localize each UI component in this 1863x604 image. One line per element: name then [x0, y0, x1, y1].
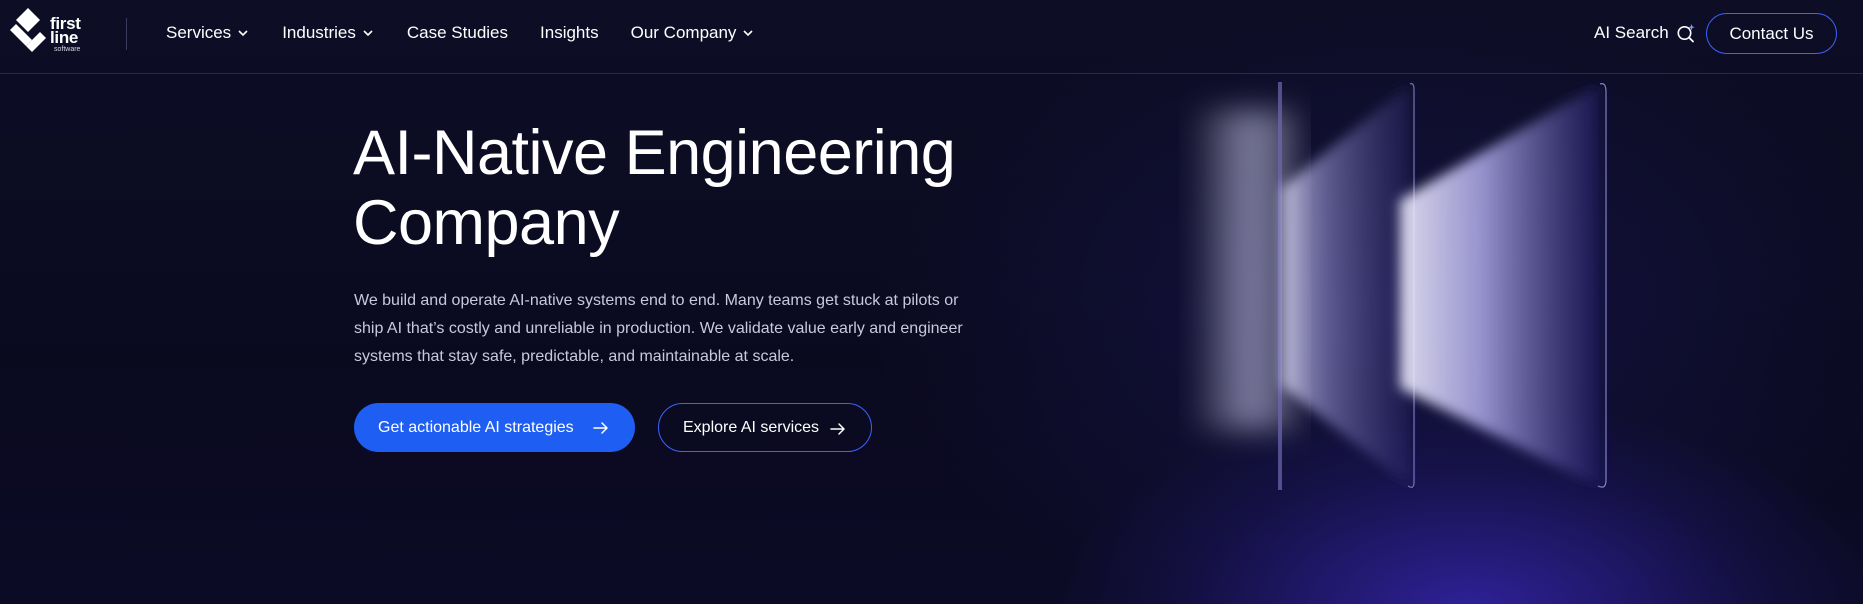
chevron-down-icon	[363, 30, 373, 37]
hero-description-line2: ship AI that’s costly and unreliable in …	[354, 320, 963, 337]
nav-item-label: Insights	[540, 23, 599, 42]
hero-title-line1: AI-Native Engineering	[353, 118, 956, 188]
explore-ai-services-button[interactable]: Explore AI services	[658, 403, 872, 452]
hero-title-line2: Company	[353, 188, 620, 258]
top-navigation: first line software Services Industries …	[0, 0, 1863, 74]
contact-us-button[interactable]: Contact Us	[1706, 13, 1837, 54]
logo-text-software: software	[54, 46, 81, 53]
arrow-right-icon	[830, 423, 845, 435]
nav-item-label: Our Company	[630, 23, 737, 42]
ai-search-button[interactable]: AI Search	[1594, 20, 1696, 46]
nav-item-case-studies[interactable]: Case Studies	[407, 20, 508, 46]
nav-item-label: Services	[166, 23, 232, 42]
nav-item-our-company[interactable]: Our Company	[631, 20, 755, 46]
hero-description-line1: We build and operate AI-native systems e…	[354, 292, 959, 309]
primary-cta-label: Get actionable AI strategies	[378, 418, 574, 436]
hero-title: AI-Native Engineering Company	[353, 118, 1053, 258]
nav-item-industries[interactable]: Industries	[282, 20, 374, 46]
main-menu: Services Industries Case Studies Insight…	[166, 20, 754, 46]
glass-panels-illustration	[1190, 82, 1607, 490]
hero-description: We build and operate AI-native systems e…	[354, 287, 994, 371]
nav-item-insights[interactable]: Insights	[540, 20, 599, 46]
sparkle-search-icon	[1677, 24, 1695, 43]
secondary-cta-label: Explore AI services	[683, 418, 820, 436]
get-ai-strategies-button[interactable]: Get actionable AI strategies	[354, 403, 635, 452]
page: first line software Services Industries …	[0, 0, 1863, 604]
arrow-right-icon	[593, 422, 608, 434]
company-logo[interactable]: first line software	[10, 6, 90, 62]
chevron-down-icon	[238, 30, 248, 37]
logo-text-line: line	[50, 28, 79, 47]
nav-item-label: Industries	[282, 23, 356, 42]
nav-item-label: Case Studies	[406, 23, 509, 42]
ai-search-label: AI Search	[1594, 23, 1669, 42]
hero-description-line3: systems that stay safe, predictable, and…	[354, 348, 795, 365]
nav-divider	[126, 18, 127, 50]
logo-mark-icon	[10, 8, 46, 52]
nav-item-services[interactable]: Services	[166, 20, 249, 46]
chevron-down-icon	[743, 30, 754, 37]
